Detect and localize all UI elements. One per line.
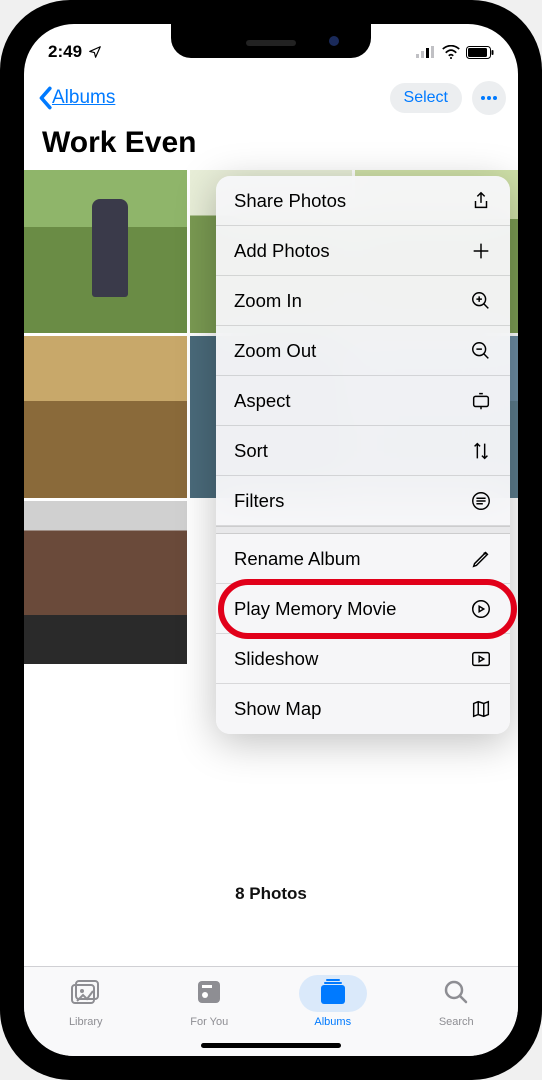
cellular-icon <box>416 46 436 58</box>
albums-icon <box>299 975 367 1012</box>
status-time: 2:49 <box>48 42 82 62</box>
screen: 2:49 Albums Select Work Even <box>24 24 518 1056</box>
memory-play-icon <box>470 598 492 620</box>
photo-thumbnail[interactable] <box>24 501 187 664</box>
menu-filters[interactable]: Filters <box>216 476 510 526</box>
photo-thumbnail[interactable] <box>24 170 187 333</box>
menu-show-map[interactable]: Show Map <box>216 684 510 734</box>
filters-icon <box>470 490 492 512</box>
menu-slideshow[interactable]: Slideshow <box>216 634 510 684</box>
wifi-icon <box>442 45 460 59</box>
menu-zoom-in[interactable]: Zoom In <box>216 276 510 326</box>
sort-icon <box>470 440 492 462</box>
pencil-icon <box>470 548 492 570</box>
menu-play-memory-movie[interactable]: Play Memory Movie <box>216 584 510 634</box>
library-icon <box>51 975 121 1012</box>
back-label: Albums <box>52 87 115 109</box>
menu-rename-album[interactable]: Rename Album <box>216 534 510 584</box>
aspect-icon <box>470 390 492 412</box>
volume-down-button[interactable] <box>0 310 2 370</box>
zoom-in-icon <box>470 290 492 312</box>
map-icon <box>470 698 492 720</box>
menu-share-photos[interactable]: Share Photos <box>216 176 510 226</box>
search-icon <box>423 975 489 1012</box>
slideshow-icon <box>470 648 492 670</box>
back-button[interactable]: Albums <box>36 86 115 110</box>
battery-icon <box>466 46 494 59</box>
tab-library[interactable]: Library <box>41 975 131 1056</box>
zoom-out-icon <box>470 340 492 362</box>
menu-sort[interactable]: Sort <box>216 426 510 476</box>
notch <box>171 24 371 58</box>
nav-bar: Albums Select <box>24 74 518 122</box>
tab-search[interactable]: Search <box>411 975 501 1056</box>
photo-count: 8 Photos <box>24 884 518 904</box>
silence-switch[interactable] <box>0 180 2 212</box>
ellipsis-icon <box>480 96 498 100</box>
menu-zoom-out[interactable]: Zoom Out <box>216 326 510 376</box>
location-icon <box>88 45 102 59</box>
photo-thumbnail[interactable] <box>24 336 187 499</box>
for-you-icon <box>176 975 242 1012</box>
more-button[interactable] <box>472 81 506 115</box>
select-button[interactable]: Select <box>390 83 462 113</box>
plus-icon <box>470 240 492 262</box>
share-icon <box>470 190 492 212</box>
album-title: Work Even <box>24 122 518 170</box>
phone-frame: 2:49 Albums Select Work Even <box>0 0 542 1080</box>
volume-up-button[interactable] <box>0 240 2 300</box>
menu-aspect[interactable]: Aspect <box>216 376 510 426</box>
home-indicator[interactable] <box>201 1043 341 1048</box>
menu-divider <box>216 526 510 534</box>
context-menu: Share Photos Add Photos Zoom In Zoom Out… <box>216 176 510 734</box>
menu-add-photos[interactable]: Add Photos <box>216 226 510 276</box>
